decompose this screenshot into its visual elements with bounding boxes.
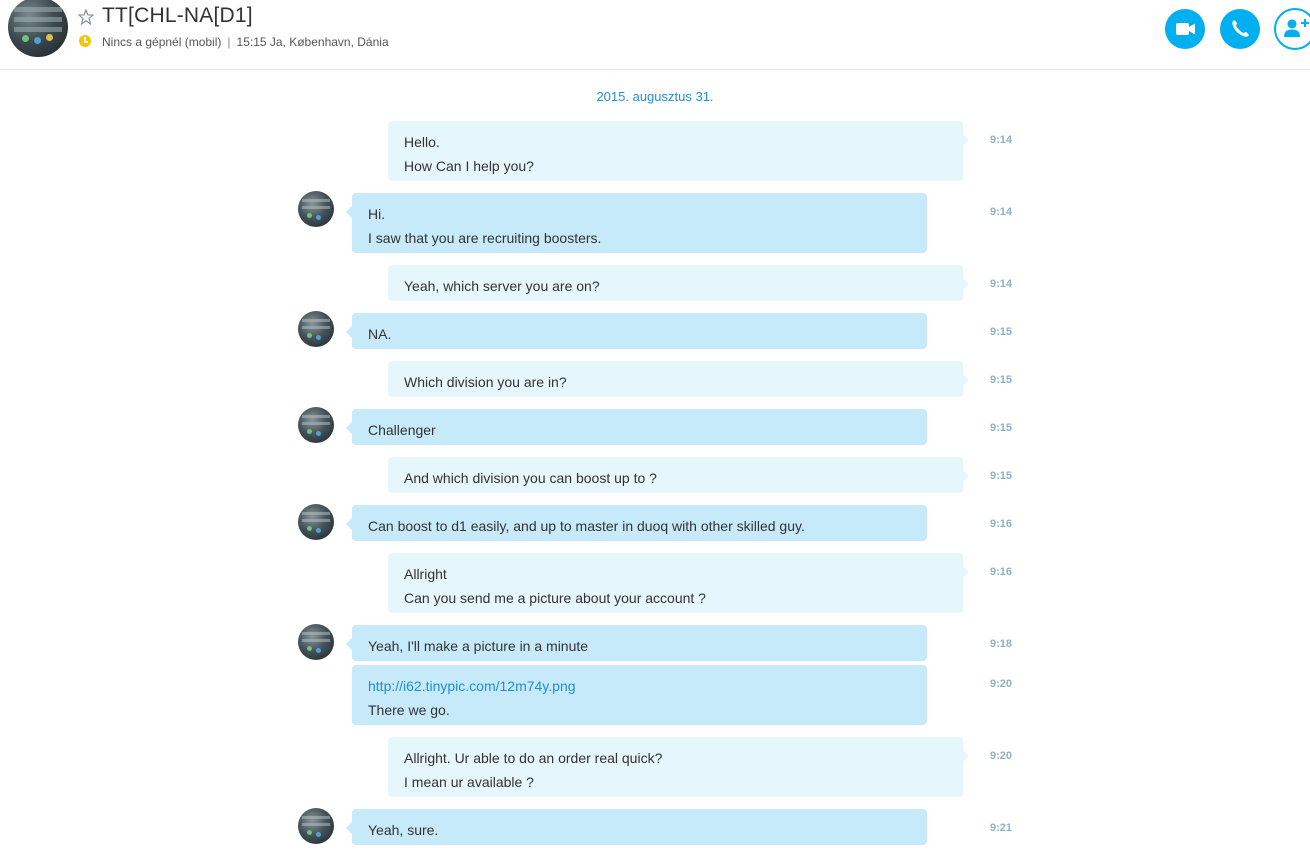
message-line: And which division you can boost up to ?: [404, 470, 657, 486]
message-timestamp: 9:14: [990, 278, 1013, 290]
message-line: Can boost to d1 easily, and up to master…: [368, 518, 805, 534]
status-separator: |: [227, 35, 231, 49]
add-person-icon: [1284, 19, 1309, 37]
sender-avatar[interactable]: [298, 624, 334, 660]
message-timestamp: 9:20: [990, 750, 1013, 762]
video-camera-icon: [1176, 23, 1195, 35]
message-timestamp: 9:16: [990, 566, 1013, 578]
message-line: Hi.: [368, 206, 386, 222]
message-line: Can you send me a picture about your acc…: [404, 590, 706, 606]
favorite-star-icon[interactable]: [78, 9, 94, 25]
message-line: I mean ur available ?: [404, 774, 534, 790]
message-outgoing[interactable]: Allright Can you send me a picture about…: [388, 553, 969, 613]
message-line: There we go.: [368, 702, 450, 718]
message-timestamp: 9:16: [990, 518, 1013, 530]
message-incoming[interactable]: Yeah, sure.: [346, 809, 927, 845]
message-timestamp: 9:20: [990, 678, 1013, 690]
sender-avatar[interactable]: [298, 191, 334, 227]
message-timestamp: 9:15: [990, 470, 1013, 482]
message-timestamp: 9:21: [990, 822, 1013, 834]
message-line: Allright: [404, 566, 447, 582]
date-separator: 2015. augusztus 31.: [596, 89, 714, 104]
message-outgoing[interactable]: Hello. How Can I help you?: [388, 121, 969, 181]
message-incoming[interactable]: Can boost to d1 easily, and up to master…: [346, 505, 927, 541]
sender-avatar[interactable]: [298, 311, 334, 347]
sender-avatar[interactable]: [298, 504, 334, 540]
message-line: NA.: [368, 326, 392, 342]
message-line: I saw that you are recruiting boosters.: [368, 230, 602, 246]
contact-avatar[interactable]: [8, 0, 68, 57]
message-incoming[interactable]: Hi. I saw that you are recruiting booste…: [346, 193, 927, 253]
away-status-icon: [79, 35, 91, 47]
conversation-header: TT[CHL-NA[D1] Nincs a gépnél (mobil) | 15:…: [0, 0, 1310, 70]
message-incoming[interactable]: Challenger: [346, 409, 927, 445]
message-incoming[interactable]: NA.: [346, 313, 927, 349]
audio-call-button[interactable]: [1220, 9, 1260, 49]
add-participant-button[interactable]: [1274, 8, 1310, 50]
message-timestamp: 9:15: [990, 326, 1013, 338]
contact-name[interactable]: TT[CHL-NA[D1]: [102, 4, 253, 28]
message-incoming[interactable]: Yeah, I'll make a picture in a minute: [346, 625, 927, 661]
sender-avatar[interactable]: [298, 808, 334, 844]
sender-avatar[interactable]: [298, 407, 334, 443]
message-outgoing[interactable]: Which division you are in?: [388, 361, 969, 397]
status-line: Nincs a gépnél (mobil) | 15:15 Ja, Københa…: [102, 35, 389, 49]
message-line: Allright. Ur able to do an order real qu…: [404, 750, 663, 766]
message-outgoing[interactable]: And which division you can boost up to ?: [388, 457, 969, 493]
message-line: Yeah, which server you are on?: [404, 278, 600, 294]
message-line: Yeah, sure.: [368, 822, 439, 838]
message-timestamp: 9:15: [990, 374, 1013, 386]
message-incoming[interactable]: http://i62.tinypic.com/12m74y.png There …: [352, 665, 927, 725]
message-timestamp: 9:18: [990, 638, 1013, 650]
presence-status: Nincs a gépnél (mobil): [102, 35, 222, 49]
local-time: 15:15 Ja, København, Dánia: [236, 35, 389, 49]
message-timestamp: 9:14: [990, 134, 1013, 146]
message-timestamp: 9:15: [990, 422, 1013, 434]
phone-icon: [1232, 20, 1249, 37]
message-outgoing[interactable]: Allright. Ur able to do an order real qu…: [388, 737, 969, 797]
message-line: Yeah, I'll make a picture in a minute: [368, 638, 589, 654]
video-call-button[interactable]: [1165, 9, 1205, 49]
message-line: How Can I help you?: [404, 158, 534, 174]
message-line: Hello.: [404, 134, 440, 150]
message-line: Which division you are in?: [404, 374, 567, 390]
message-link[interactable]: http://i62.tinypic.com/12m74y.png: [368, 674, 911, 698]
message-line: Challenger: [368, 422, 436, 438]
message-timestamp: 9:14: [990, 206, 1013, 218]
message-outgoing[interactable]: Yeah, which server you are on?: [388, 265, 969, 301]
